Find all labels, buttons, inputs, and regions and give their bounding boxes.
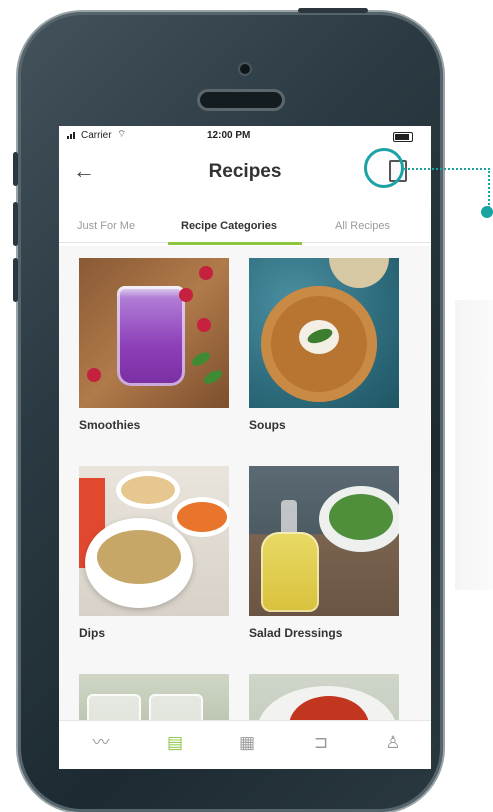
chart-icon[interactable]: 〰: [89, 733, 113, 753]
category-card-dips[interactable]: Dips: [79, 466, 229, 640]
profile-icon[interactable]: ♙: [381, 733, 405, 753]
callout-connector-vertical: [488, 168, 490, 208]
category-label: Salad Dressings: [249, 626, 343, 640]
grocery-icon[interactable]: ▦: [235, 733, 259, 753]
app-screen: Carrier ⌔ 12:00 PM ← Recipes Just For Me…: [59, 126, 431, 769]
salad-dressing-image: [249, 466, 399, 616]
bottom-tab-bar: 〰 ▤ ▦ ⊐ ♙: [59, 720, 431, 769]
tab-strip: Just For Me Recipe Categories All Recipe…: [59, 212, 431, 243]
category-label: Smoothies: [79, 418, 141, 432]
callout-highlight-ring: [364, 148, 404, 188]
battery-icon: [393, 132, 413, 142]
smoothie-image: [79, 258, 229, 408]
power-button: [298, 8, 368, 13]
callout-dot: [481, 206, 493, 218]
callout-connector: [404, 168, 490, 170]
dip-image: [79, 466, 229, 616]
category-grid: Smoothies Soups Dips Salad Dressings: [59, 246, 431, 734]
tab-all-recipes[interactable]: All Recipes: [335, 220, 390, 232]
cart-icon[interactable]: ⊐: [309, 733, 333, 753]
signal-icon: [67, 131, 77, 139]
wifi-icon: ⌔: [117, 129, 127, 140]
carrier-label: Carrier: [81, 130, 112, 141]
mute-switch: [13, 152, 18, 186]
status-bar: Carrier ⌔ 12:00 PM: [59, 126, 431, 146]
soup-image: [249, 258, 399, 408]
recipes-icon[interactable]: ▤: [163, 733, 187, 753]
front-camera: [240, 64, 250, 74]
volume-up-button: [13, 202, 18, 246]
tab-recipe-categories[interactable]: Recipe Categories: [181, 220, 277, 232]
status-time: 12:00 PM: [207, 130, 251, 141]
background-panel: [455, 300, 493, 590]
tab-just-for-me[interactable]: Just For Me: [77, 220, 135, 232]
category-card-soups[interactable]: Soups: [249, 258, 399, 432]
category-card-smoothies[interactable]: Smoothies: [79, 258, 229, 432]
category-label: Soups: [249, 418, 286, 432]
earpiece-speaker: [200, 92, 282, 108]
category-card-salad-dressings[interactable]: Salad Dressings: [249, 466, 399, 640]
active-tab-indicator: [168, 242, 302, 245]
category-label: Dips: [79, 626, 106, 640]
volume-down-button: [13, 258, 18, 302]
